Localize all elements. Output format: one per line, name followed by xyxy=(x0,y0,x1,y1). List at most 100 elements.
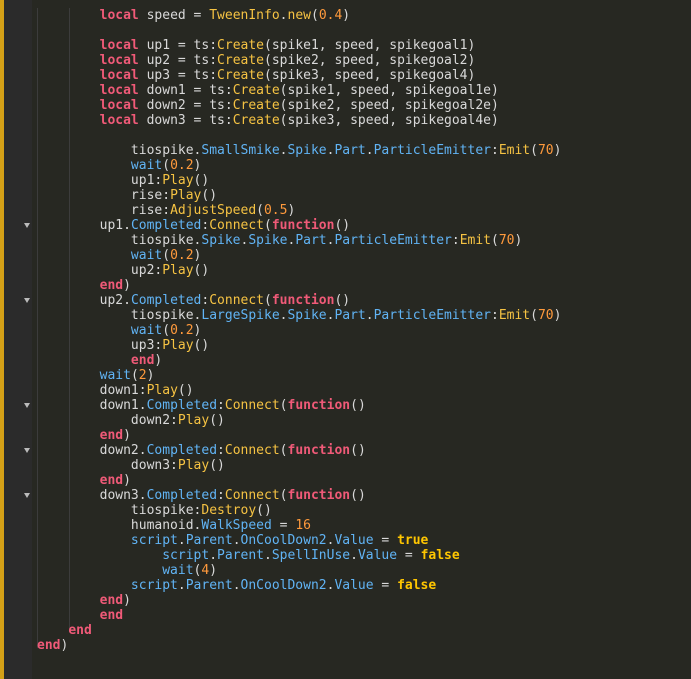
code-token: ) xyxy=(342,8,351,23)
code-token: local xyxy=(99,38,139,53)
code-token: 0.2 xyxy=(170,248,194,263)
code-token: (spike1, speed, spikegoal1e) xyxy=(279,83,499,98)
code-token: AdjustSpeed xyxy=(170,203,257,218)
code-token: end xyxy=(99,593,124,608)
code-line[interactable]: up2:Play() xyxy=(37,263,561,278)
code-line[interactable]: down1.Completed:Connect(function() xyxy=(37,398,561,413)
code-token: down2: xyxy=(130,413,178,428)
code-line[interactable]: local up3 = ts:Create(spike3, speed, spi… xyxy=(37,68,561,83)
code-token: () xyxy=(209,458,225,473)
code-token: Value xyxy=(334,578,374,593)
code-line[interactable]: end) xyxy=(37,353,561,368)
code-line[interactable]: tiospike:Destroy() xyxy=(37,503,561,518)
code-line[interactable]: wait(0.2) xyxy=(37,323,561,338)
code-line[interactable]: wait(4) xyxy=(37,563,561,578)
code-token: function xyxy=(271,218,335,233)
code-line[interactable]: humanoid.WalkSpeed = 16 xyxy=(37,518,561,533)
code-line[interactable]: tiospike.Spike.Spike.Part.ParticleEmitte… xyxy=(37,233,561,248)
code-token: wait xyxy=(99,368,131,383)
code-line[interactable]: local up2 = ts:Create(spike2, speed, spi… xyxy=(37,53,561,68)
chevron-down-icon[interactable] xyxy=(24,223,30,228)
code-editor[interactable]: local speed = TweenInfo.new(0.4) local u… xyxy=(37,8,561,653)
code-token: ) xyxy=(123,278,131,293)
code-token: ) xyxy=(146,368,155,383)
code-line[interactable]: down1:Play() xyxy=(37,383,561,398)
code-line[interactable]: up1.Completed:Connect(function() xyxy=(37,218,561,233)
code-line[interactable]: local speed = TweenInfo.new(0.4) xyxy=(37,8,561,23)
code-token: OnCoolDown2 xyxy=(240,578,327,593)
code-line[interactable]: down2.Completed:Connect(function() xyxy=(37,443,561,458)
code-token: down3. xyxy=(99,488,147,503)
code-token: end xyxy=(99,428,124,443)
code-token: : xyxy=(451,233,460,248)
code-line[interactable]: up1:Play() xyxy=(37,173,561,188)
code-line[interactable] xyxy=(37,23,561,38)
code-token: script xyxy=(130,578,178,593)
code-line[interactable]: local up1 = ts:Create(spike1, speed, spi… xyxy=(37,38,561,53)
code-line[interactable]: rise:AdjustSpeed(0.5) xyxy=(37,203,561,218)
code-token: Play xyxy=(177,458,210,473)
code-token: function xyxy=(287,443,351,458)
code-line[interactable]: end xyxy=(37,623,561,638)
chevron-down-icon[interactable] xyxy=(24,403,30,408)
code-line[interactable]: up3:Play() xyxy=(37,338,561,353)
code-token: ( xyxy=(130,368,139,383)
code-token: 70 xyxy=(537,308,554,323)
code-line[interactable]: end) xyxy=(37,593,561,608)
code-token: 0.2 xyxy=(170,323,194,338)
code-line[interactable]: down3:Play() xyxy=(37,458,561,473)
code-token: () xyxy=(256,503,272,518)
code-token: ) xyxy=(209,563,218,578)
code-line[interactable]: rise:Play() xyxy=(37,188,561,203)
code-line[interactable]: tiospike.SmallSmike.Spike.Part.ParticleE… xyxy=(37,143,562,158)
code-token: up1: xyxy=(130,173,163,188)
code-token: 70 xyxy=(498,233,515,248)
code-line[interactable]: wait(0.2) xyxy=(37,248,561,263)
code-token: up1 = ts: xyxy=(138,38,218,53)
code-token: ParticleEmitter xyxy=(334,233,452,248)
code-line[interactable]: up2.Completed:Connect(function() xyxy=(37,293,561,308)
code-line[interactable]: end) xyxy=(37,278,561,293)
code-line[interactable]: wait(2) xyxy=(37,368,561,383)
code-line[interactable]: wait(0.2) xyxy=(37,158,561,173)
chevron-down-icon[interactable] xyxy=(24,298,30,303)
code-token: ) xyxy=(553,308,562,323)
code-line[interactable]: local down2 = ts:Create(spike2, speed, s… xyxy=(37,98,561,113)
code-token: Play xyxy=(162,338,194,353)
code-token: ( xyxy=(256,203,264,218)
code-token: up3: xyxy=(130,338,163,353)
code-token: Connect xyxy=(224,398,280,413)
code-token: ) xyxy=(193,323,202,338)
code-line[interactable]: script.Parent.OnCoolDown2.Value = false xyxy=(37,578,561,593)
code-line[interactable]: tiospike.LargeSpike.Spike.Part.ParticleE… xyxy=(37,308,562,323)
code-token: local xyxy=(99,8,139,23)
code-token: ( xyxy=(162,158,171,173)
code-line[interactable]: down2:Play() xyxy=(37,413,561,428)
code-line[interactable]: local down3 = ts:Create(spike3, speed, s… xyxy=(37,113,561,128)
code-line[interactable]: script.Parent.SpellInUse.Value = false xyxy=(37,548,561,563)
code-line[interactable]: local down1 = ts:Create(spike1, speed, s… xyxy=(37,83,561,98)
code-line[interactable]: end) xyxy=(37,473,561,488)
code-line[interactable]: end xyxy=(37,608,561,623)
code-line[interactable]: end) xyxy=(37,638,561,653)
chevron-down-icon[interactable] xyxy=(24,493,30,498)
code-line[interactable]: script.Parent.OnCoolDown2.Value = true xyxy=(37,533,561,548)
code-line[interactable]: end) xyxy=(37,428,561,443)
code-line[interactable] xyxy=(37,128,561,143)
code-line[interactable]: down3.Completed:Connect(function() xyxy=(37,488,561,503)
code-token: () xyxy=(334,293,351,308)
code-token: ) xyxy=(123,473,131,488)
code-token: rise: xyxy=(130,188,171,203)
code-token: wait xyxy=(130,248,163,263)
chevron-down-icon[interactable] xyxy=(24,448,30,453)
code-token: down1. xyxy=(99,398,147,413)
